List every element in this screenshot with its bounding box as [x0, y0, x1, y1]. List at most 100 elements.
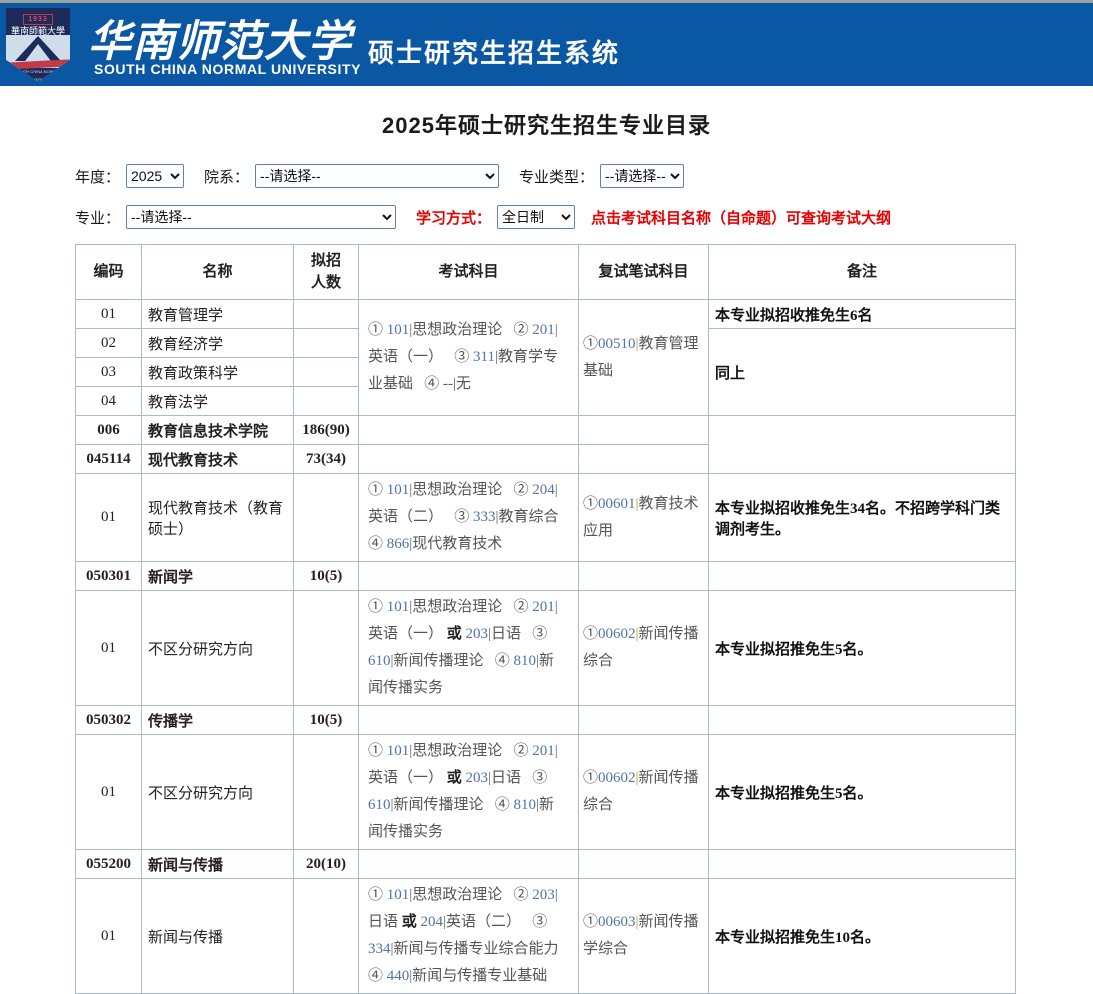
- table-row-major: 055200 新闻与传播 20(10): [76, 850, 1016, 879]
- cell-name: 不区分研究方向: [142, 735, 294, 850]
- cell-exam-subjects: [359, 562, 579, 591]
- cell-exam-subjects: [359, 445, 579, 474]
- cell-remark: [709, 706, 1016, 735]
- cell-name: 新闻与传播: [142, 879, 294, 994]
- major-type-label: 专业类型：: [519, 166, 594, 187]
- cell-quota: [294, 591, 359, 706]
- header-banner: 1933 華南師範大學 SOUTH CHINA NORMAL UNIVERSIT…: [0, 3, 1093, 86]
- cell-exam-subjects[interactable]: ① 101|思想政治理论 ② 203|日语 或 204|英语（二） ③ 334|…: [359, 879, 579, 994]
- cell-quota: [294, 358, 359, 387]
- cell-retest-subjects: [579, 416, 709, 445]
- cell-quota: [294, 300, 359, 329]
- cell-code: 055200: [76, 850, 142, 879]
- cell-remark: 本专业拟招推免生5名。: [709, 735, 1016, 850]
- header-name: 名称: [142, 245, 294, 300]
- cell-code: 01: [76, 591, 142, 706]
- cell-quota: 73(34): [294, 445, 359, 474]
- cell-name: 教育政策科学: [142, 358, 294, 387]
- logo-bottom-text: SOUTH CHINA NORMAL UNIVERSITY: [6, 68, 70, 82]
- cell-code: 01: [76, 474, 142, 562]
- year-select[interactable]: 2025: [126, 164, 184, 188]
- table-row-major: 050301 新闻学 10(5): [76, 562, 1016, 591]
- cell-name: 不区分研究方向: [142, 591, 294, 706]
- logo-mountain-icon: [15, 36, 61, 61]
- table-row: 01 现代教育技术（教育硕士） ① 101|思想政治理论 ② 204|英语（二）…: [76, 474, 1016, 562]
- university-name-cn: 华南师范大学: [88, 7, 352, 69]
- table-row: 01 不区分研究方向 ① 101|思想政治理论 ② 201|英语（一） 或 20…: [76, 591, 1016, 706]
- exam-syllabus-hint: 点击考试科目名称（自命题）可查询考试大纲: [591, 207, 891, 228]
- major-catalog-table: 编码 名称 拟招 人数 考试科目 复试笔试科目 备注 01 教育管理学 ① 10…: [75, 244, 1016, 994]
- cell-quota: 10(5): [294, 706, 359, 735]
- logo-top-band: 1933 華南師範大學: [6, 8, 70, 35]
- cell-quota: 186(90): [294, 416, 359, 445]
- cell-code: 02: [76, 329, 142, 358]
- cell-remark: 本专业拟招推免生10名。: [709, 879, 1016, 994]
- system-title: 硕士研究生招生系统: [368, 33, 620, 70]
- cell-quota: [294, 879, 359, 994]
- cell-retest-subjects[interactable]: ①00510|教育管理基础: [579, 300, 709, 416]
- cell-name: 新闻学: [142, 562, 294, 591]
- major-select[interactable]: --请选择--: [126, 205, 396, 229]
- cell-quota: [294, 387, 359, 416]
- cell-exam-subjects: [359, 706, 579, 735]
- cell-code: 04: [76, 387, 142, 416]
- cell-remark: [709, 416, 1016, 474]
- cell-exam-subjects[interactable]: ① 101|思想政治理论 ② 204|英语（二） ③ 333|教育综合 ④ 86…: [359, 474, 579, 562]
- header-code: 编码: [76, 245, 142, 300]
- university-name-en: SOUTH CHINA NORMAL UNIVERSITY: [94, 61, 361, 77]
- cell-retest-subjects: [579, 445, 709, 474]
- cell-code: 050302: [76, 706, 142, 735]
- cell-quota: 20(10): [294, 850, 359, 879]
- cell-remark: 同上: [709, 329, 1016, 416]
- cell-code: 01: [76, 300, 142, 329]
- cell-quota: [294, 474, 359, 562]
- cell-retest-subjects: [579, 850, 709, 879]
- cell-exam-subjects[interactable]: ① 101|思想政治理论 ② 201|英语（一） ③ 311|教育学专业基础 ④…: [359, 300, 579, 416]
- cell-exam-subjects[interactable]: ① 101|思想政治理论 ② 201|英语（一） 或 203|日语 ③ 610|…: [359, 591, 579, 706]
- cell-code: 045114: [76, 445, 142, 474]
- cell-name: 现代教育技术: [142, 445, 294, 474]
- cell-retest-subjects[interactable]: ①00602|新闻传播综合: [579, 591, 709, 706]
- cell-name: 教育法学: [142, 387, 294, 416]
- study-mode-label: 学习方式：: [416, 207, 491, 228]
- header-retest: 复试笔试科目: [579, 245, 709, 300]
- major-type-select[interactable]: --请选择--: [600, 164, 684, 188]
- department-label: 院系：: [204, 166, 249, 187]
- header-exam: 考试科目: [359, 245, 579, 300]
- cell-retest-subjects[interactable]: ①00603|新闻传播学综合: [579, 879, 709, 994]
- major-label: 专业：: [75, 207, 120, 228]
- cell-remark: 本专业拟招收推免生6名: [709, 300, 1016, 329]
- cell-quota: 10(5): [294, 562, 359, 591]
- cell-name: 教育管理学: [142, 300, 294, 329]
- table-row: 01 新闻与传播 ① 101|思想政治理论 ② 203|日语 或 204|英语（…: [76, 879, 1016, 994]
- cell-exam-subjects[interactable]: ① 101|思想政治理论 ② 201|英语（一） 或 203|日语 ③ 610|…: [359, 735, 579, 850]
- cell-retest-subjects: [579, 706, 709, 735]
- cell-remark: 本专业拟招推免生5名。: [709, 591, 1016, 706]
- table-row-college: 006 教育信息技术学院 186(90): [76, 416, 1016, 445]
- cell-code: 01: [76, 879, 142, 994]
- cell-name: 新闻与传播: [142, 850, 294, 879]
- department-select[interactable]: --请选择--: [255, 164, 499, 188]
- table-row: 01 不区分研究方向 ① 101|思想政治理论 ② 201|英语（一） 或 20…: [76, 735, 1016, 850]
- cell-name: 现代教育技术（教育硕士）: [142, 474, 294, 562]
- cell-name: 传播学: [142, 706, 294, 735]
- table-row-major: 050302 传播学 10(5): [76, 706, 1016, 735]
- header-quota: 拟招 人数: [294, 245, 359, 300]
- cell-code: 006: [76, 416, 142, 445]
- cell-exam-subjects: [359, 416, 579, 445]
- cell-remark: [709, 850, 1016, 879]
- header-remark: 备注: [709, 245, 1016, 300]
- cell-remark: [709, 562, 1016, 591]
- cell-retest-subjects: [579, 562, 709, 591]
- cell-retest-subjects[interactable]: ①00601|教育技术应用: [579, 474, 709, 562]
- cell-code: 01: [76, 735, 142, 850]
- cell-retest-subjects[interactable]: ①00602|新闻传播综合: [579, 735, 709, 850]
- filter-row-2: 专业： --请选择-- 学习方式： 全日制 点击考试科目名称（自命题）可查询考试…: [75, 205, 1093, 229]
- cell-code: 050301: [76, 562, 142, 591]
- cell-name: 教育信息技术学院: [142, 416, 294, 445]
- table-header-row: 编码 名称 拟招 人数 考试科目 复试笔试科目 备注: [76, 245, 1016, 300]
- study-mode-select[interactable]: 全日制: [497, 205, 575, 229]
- year-label: 年度：: [75, 166, 120, 187]
- cell-quota: [294, 329, 359, 358]
- page-title: 2025年硕士研究生招生专业目录: [0, 108, 1093, 140]
